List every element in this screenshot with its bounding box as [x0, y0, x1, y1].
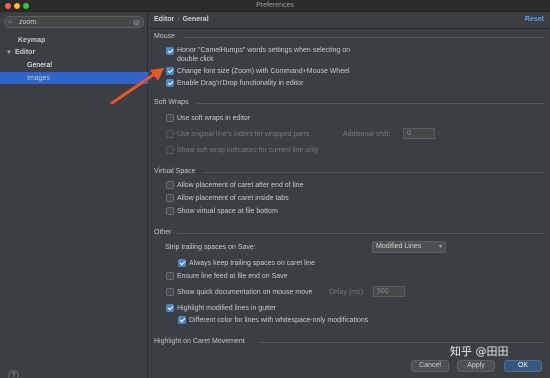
camelhumps-label-line2: double click	[177, 56, 214, 63]
sidebar-item-label: Keymap	[18, 37, 46, 44]
different-color-checkbox[interactable]	[178, 316, 186, 324]
original-indent-label: Use original line's indent for wrapped p…	[177, 131, 310, 138]
line-feed-checkbox[interactable]	[166, 272, 174, 280]
search-icon: ⌕	[8, 19, 12, 26]
clear-search-icon[interactable]: ×	[133, 19, 140, 26]
breadcrumb-separator: ›	[177, 16, 180, 23]
section-title-mouse: Mouse	[154, 33, 176, 40]
section-divider	[177, 233, 544, 234]
window-title: Preferences	[256, 2, 294, 9]
sidebar-item-label: Editor	[14, 49, 36, 56]
delay-label: Delay (ms):	[329, 289, 365, 296]
highlight-modified-checkbox[interactable]	[166, 304, 174, 312]
watermark-text: 知乎 @田田	[450, 345, 509, 358]
caret-inside-tabs-label: Allow placement of caret inside tabs	[177, 195, 289, 202]
soft-wraps-checkbox[interactable]	[166, 114, 174, 122]
window-titlebar: Preferences	[0, 0, 550, 12]
section-divider	[197, 103, 544, 104]
quick-doc-label: Show quick documentation on mouse move	[177, 289, 313, 296]
section-divider	[184, 37, 544, 38]
help-button[interactable]: ?	[8, 370, 19, 378]
settings-content: Editor › General Reset Mouse Honor "CamelH…	[149, 12, 550, 378]
breadcrumb-leaf: General	[182, 16, 209, 23]
strip-spaces-label: Strip trailing spaces on Save:	[165, 244, 256, 251]
camelhumps-checkbox[interactable]	[166, 47, 174, 55]
sidebar-item-keymap[interactable]: Keymap	[18, 35, 45, 47]
soft-wraps-label: Use soft wraps in editor	[177, 115, 251, 122]
drag-drop-label: Enable Drag'n'Drop functionality in edit…	[177, 80, 304, 87]
search-value: zoom	[19, 19, 37, 26]
quick-doc-checkbox[interactable]	[166, 288, 174, 296]
strip-spaces-value: Modified Lines	[376, 243, 422, 250]
additional-shift-label: Additional shift:	[343, 131, 391, 138]
sidebar-item-general[interactable]: General	[27, 60, 52, 72]
breadcrumb: Editor › General	[154, 16, 209, 23]
wrap-indicators-label: Show soft wrap indicators for current li…	[177, 147, 319, 154]
delay-input[interactable]: 500	[373, 286, 405, 297]
ok-button[interactable]: OK	[504, 360, 542, 372]
caret-after-end-label: Allow placement of caret after end of li…	[177, 182, 304, 189]
apply-button[interactable]: Apply	[457, 360, 495, 372]
camelhumps-label: Honor "CamelHumps" words settings when s…	[177, 47, 351, 54]
caret-inside-tabs-checkbox[interactable]	[166, 194, 174, 202]
keep-trailing-label: Always keep trailing spaces on caret lin…	[189, 260, 316, 267]
cancel-button[interactable]: Cancel	[411, 360, 449, 372]
virtual-space-bottom-checkbox[interactable]	[166, 207, 174, 215]
reset-link[interactable]: Reset	[525, 16, 544, 23]
different-color-label: Different color for lines with whitespac…	[189, 317, 369, 324]
highlight-modified-label: Highlight modified lines in gutter	[177, 305, 277, 312]
chevron-down-icon[interactable]: ▼	[6, 50, 12, 56]
strip-spaces-select[interactable]: Modified Lines ▾	[372, 241, 446, 253]
zoom-font-label: Change font size (Zoom) with Command+Mou…	[177, 68, 350, 75]
wrap-indicators-checkbox[interactable]	[166, 146, 174, 154]
sidebar-item-images[interactable]: Images	[27, 73, 50, 85]
chevron-down-icon: ▾	[438, 244, 442, 250]
caret-after-end-checkbox[interactable]	[166, 181, 174, 189]
line-feed-label: Ensure line feed at file end on Save	[177, 273, 288, 280]
section-title-other: Other	[154, 229, 172, 236]
annotation-arrow-icon	[110, 68, 164, 105]
section-title-virtual-space: Virtual Space	[154, 168, 196, 175]
settings-search-input[interactable]: ⌕ zoom ×	[4, 16, 144, 28]
keep-trailing-checkbox[interactable]	[178, 259, 186, 267]
breadcrumb-root: Editor	[154, 16, 175, 23]
sidebar-item-label: Images	[27, 75, 50, 82]
virtual-space-bottom-label: Show virtual space at file bottom	[177, 208, 278, 215]
additional-shift-input[interactable]: 0	[403, 128, 435, 139]
sidebar-item-editor[interactable]: ▼ Editor	[6, 47, 35, 59]
original-indent-checkbox[interactable]	[166, 130, 174, 138]
section-title-highlight-caret: Highlight on Caret Movement	[154, 338, 245, 345]
sidebar-item-label: General	[27, 62, 52, 69]
section-divider	[202, 172, 544, 173]
header-divider	[149, 28, 550, 29]
